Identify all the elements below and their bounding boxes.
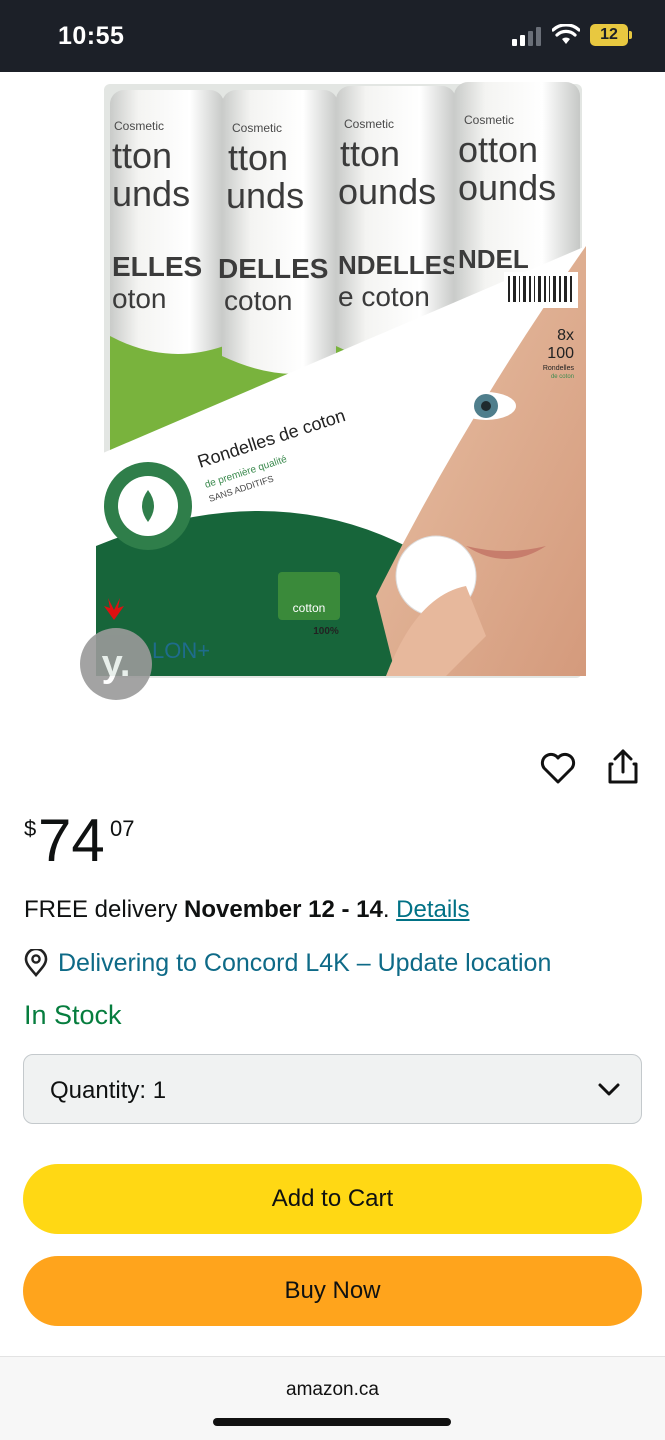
svg-text:otton: otton — [458, 129, 538, 170]
cellular-signal-icon — [512, 26, 544, 46]
quantity-label: Quantity: 1 — [50, 1077, 167, 1104]
svg-text:ounds: ounds — [458, 167, 556, 208]
svg-text:unds: unds — [226, 175, 304, 216]
carousel-badge[interactable]: y. — [80, 628, 152, 700]
svg-text:tton: tton — [112, 135, 172, 176]
price-whole: 74 — [38, 807, 105, 874]
svg-text:DELLES: DELLES — [218, 253, 328, 284]
svg-text:cotton: cotton — [293, 601, 326, 615]
svg-text:8x: 8x — [557, 327, 574, 344]
details-link[interactable]: Details — [396, 896, 469, 923]
svg-text:de coton: de coton — [551, 374, 574, 380]
svg-text:NDELLES: NDELLES — [338, 250, 459, 280]
svg-text:100: 100 — [547, 345, 574, 362]
add-to-cart-button[interactable]: Add to Cart — [23, 1164, 642, 1234]
location-pin-icon — [24, 949, 48, 977]
home-indicator[interactable] — [213, 1418, 451, 1426]
svg-text:Cosmetic: Cosmetic — [114, 119, 164, 133]
location-link[interactable]: Delivering to Concord L4K – Update locat… — [58, 949, 551, 978]
buy-now-button[interactable]: Buy Now — [23, 1256, 642, 1326]
quantity-select[interactable]: Quantity: 1 — [23, 1054, 642, 1124]
svg-text:Cosmetic: Cosmetic — [464, 113, 514, 127]
svg-text:unds: unds — [112, 173, 190, 214]
wifi-icon — [552, 24, 580, 44]
svg-text:Rondelles: Rondelles — [543, 365, 575, 372]
share-icon[interactable] — [606, 748, 640, 786]
svg-text:oton: oton — [112, 283, 167, 314]
chevron-down-icon — [598, 1083, 620, 1096]
svg-text:ELLES: ELLES — [112, 251, 202, 282]
delivery-info: FREE delivery November 12 - 14. Details — [24, 896, 470, 924]
battery-icon: 12 — [590, 24, 628, 46]
quantity-value: 1 — [152, 1077, 167, 1104]
svg-text:LON+: LON+ — [152, 638, 210, 663]
delivery-date: November 12 - 14 — [184, 896, 383, 923]
status-bar: 10:55 12 — [0, 0, 665, 72]
svg-text:Cosmetic: Cosmetic — [232, 121, 282, 135]
svg-text:Cosmetic: Cosmetic — [344, 117, 394, 131]
heart-icon[interactable] — [540, 750, 576, 786]
svg-text:100%: 100% — [313, 626, 339, 637]
url-label[interactable]: amazon.ca — [0, 1379, 665, 1401]
svg-text:tton: tton — [228, 137, 288, 178]
status-time: 10:55 — [58, 22, 125, 50]
delivery-suffix: . — [382, 896, 397, 923]
price-fraction: 07 — [110, 816, 135, 841]
browser-footer: amazon.ca — [0, 1356, 665, 1440]
svg-text:e coton: e coton — [338, 281, 430, 312]
product-image[interactable]: Cosmetic tton unds ELLES oton Cosmetic t… — [86, 76, 590, 682]
svg-text:ounds: ounds — [338, 171, 436, 212]
delivery-location[interactable]: Delivering to Concord L4K – Update locat… — [24, 946, 551, 980]
price-currency: $ — [24, 816, 37, 841]
battery-tip — [629, 31, 632, 39]
stock-status: In Stock — [24, 1000, 122, 1030]
svg-text:tton: tton — [340, 133, 400, 174]
delivery-prefix: FREE delivery — [24, 896, 185, 923]
svg-text:coton: coton — [224, 285, 293, 316]
svg-text:NDEL: NDEL — [458, 244, 529, 274]
